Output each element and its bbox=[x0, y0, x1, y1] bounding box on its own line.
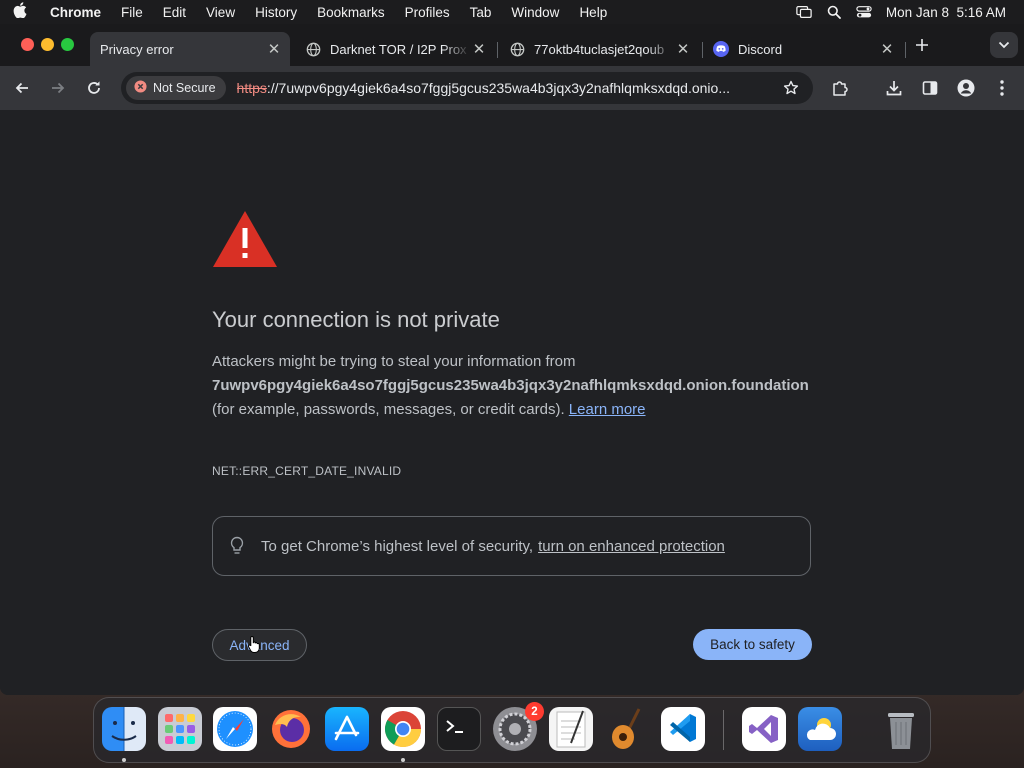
tab-strip: Privacy error ✕ Darknet TOR / I2P Prox ✕… bbox=[0, 24, 1024, 66]
spotlight-search-icon[interactable] bbox=[826, 5, 842, 19]
learn-more-link[interactable]: Learn more bbox=[569, 401, 646, 418]
tab-search-button[interactable] bbox=[990, 32, 1018, 58]
menu-bookmarks[interactable]: Bookmarks bbox=[307, 5, 395, 20]
apple-menu-icon[interactable] bbox=[0, 2, 40, 22]
tab-title: Darknet TOR / I2P Prox bbox=[330, 41, 467, 57]
chrome-menu-icon[interactable] bbox=[990, 76, 1014, 100]
menu-tab[interactable]: Tab bbox=[460, 5, 502, 20]
menu-edit[interactable]: Edit bbox=[153, 5, 196, 20]
safari-icon[interactable] bbox=[213, 707, 257, 751]
finder-running-indicator bbox=[122, 758, 126, 762]
menu-view[interactable]: View bbox=[196, 5, 245, 20]
menu-clock[interactable]: Mon Jan 8 5:16 AM bbox=[886, 5, 1006, 20]
minimize-window-button[interactable] bbox=[41, 38, 54, 51]
textedit-icon[interactable] bbox=[549, 707, 593, 751]
close-tab-icon[interactable]: ✕ bbox=[879, 40, 895, 58]
error-hostname: 7uwpv6pgy4giek6a4so7fggj5gcus235wa4b3jqx… bbox=[212, 377, 809, 394]
tab-discord[interactable]: Discord ✕ bbox=[703, 32, 903, 66]
chrome-running-indicator bbox=[401, 758, 405, 762]
terminal-icon[interactable] bbox=[437, 707, 481, 751]
finder-icon[interactable] bbox=[102, 707, 146, 751]
tab-separator bbox=[497, 42, 498, 58]
description-suffix: (for example, passwords, messages, or cr… bbox=[212, 401, 565, 418]
menu-file[interactable]: File bbox=[111, 5, 153, 20]
url-scheme: https bbox=[236, 80, 267, 96]
discord-icon bbox=[713, 41, 729, 57]
lightbulb-icon bbox=[213, 536, 261, 556]
bookmark-star-icon[interactable] bbox=[783, 80, 799, 99]
notification-badge: 2 bbox=[525, 702, 544, 721]
control-center-icon[interactable] bbox=[856, 5, 872, 19]
close-tab-icon[interactable]: ✕ bbox=[675, 40, 691, 58]
not-secure-label: Not Secure bbox=[153, 81, 216, 95]
back-button[interactable] bbox=[10, 76, 34, 100]
screen-mirroring-icon[interactable] bbox=[796, 5, 812, 19]
tab-title: Privacy error bbox=[100, 41, 174, 57]
close-window-button[interactable] bbox=[21, 38, 34, 51]
error-description: Attackers might be trying to steal your … bbox=[212, 350, 812, 422]
vscode-icon[interactable] bbox=[661, 707, 705, 751]
trash-icon[interactable] bbox=[879, 707, 923, 751]
chrome-window: Privacy error ✕ Darknet TOR / I2P Prox ✕… bbox=[0, 24, 1024, 695]
url-host: ://7uwpv6pgy4giek6a4so7fggj5gcus235wa4b3… bbox=[266, 80, 730, 96]
back-to-safety-button[interactable]: Back to safety bbox=[693, 629, 812, 660]
menu-bar: Chrome File Edit View History Bookmarks … bbox=[0, 0, 1024, 24]
menu-profiles[interactable]: Profiles bbox=[395, 5, 460, 20]
globe-icon bbox=[509, 41, 525, 57]
description-prefix: Attackers might be trying to steal your … bbox=[212, 353, 576, 370]
weather-icon[interactable] bbox=[798, 707, 842, 751]
visual-studio-icon[interactable] bbox=[742, 707, 786, 751]
enhanced-protection-promo: To get Chrome’s highest level of securit… bbox=[212, 516, 811, 576]
globe-icon bbox=[305, 41, 321, 57]
tab-title: 77oktb4tuclasjet2qoub bbox=[534, 41, 665, 57]
url-text[interactable]: https://7uwpv6pgy4giek6a4so7fggj5gcus235… bbox=[237, 80, 777, 96]
warning-icon bbox=[134, 80, 147, 96]
firefox-icon[interactable] bbox=[269, 707, 313, 751]
extensions-icon[interactable] bbox=[828, 76, 852, 100]
download-icon[interactable] bbox=[882, 76, 906, 100]
menu-window[interactable]: Window bbox=[501, 5, 569, 20]
tab-darknet-tor[interactable]: Darknet TOR / I2P Prox ✕ bbox=[295, 32, 495, 66]
browser-toolbar: Not Secure https://7uwpv6pgy4giek6a4so7f… bbox=[0, 66, 1024, 110]
interstitial-page: Your connection is not private Attackers… bbox=[0, 110, 1024, 695]
dock-separator bbox=[723, 710, 724, 750]
forward-button[interactable] bbox=[46, 76, 70, 100]
app-store-icon[interactable] bbox=[325, 707, 369, 751]
side-panel-icon[interactable] bbox=[918, 76, 942, 100]
menu-help[interactable]: Help bbox=[569, 5, 617, 20]
profile-avatar-icon[interactable] bbox=[954, 76, 978, 100]
hand-pointer-cursor-icon bbox=[247, 635, 263, 658]
reload-button[interactable] bbox=[82, 76, 106, 100]
tab-onion-site[interactable]: 77oktb4tuclasjet2qoub ✕ bbox=[499, 32, 699, 66]
warning-triangle-icon bbox=[212, 210, 278, 273]
close-tab-icon[interactable]: ✕ bbox=[471, 40, 487, 58]
tab-title: Discord bbox=[738, 41, 783, 57]
chrome-icon[interactable] bbox=[381, 707, 425, 751]
menu-app-name[interactable]: Chrome bbox=[40, 5, 111, 20]
close-tab-icon[interactable]: ✕ bbox=[266, 40, 282, 58]
tab-privacy-error[interactable]: Privacy error ✕ bbox=[90, 32, 290, 66]
enhanced-protection-link[interactable]: turn on enhanced protection bbox=[538, 538, 725, 555]
zoom-window-button[interactable] bbox=[61, 38, 74, 51]
not-secure-chip[interactable]: Not Secure bbox=[126, 76, 226, 100]
macos-dock: 2 bbox=[93, 697, 931, 763]
address-bar[interactable]: Not Secure https://7uwpv6pgy4giek6a4so7f… bbox=[121, 72, 813, 104]
garageband-icon[interactable] bbox=[605, 707, 649, 751]
error-code: NET::ERR_CERT_DATE_INVALID bbox=[212, 464, 402, 478]
menu-history[interactable]: History bbox=[245, 5, 307, 20]
launchpad-icon[interactable] bbox=[158, 707, 202, 751]
promo-text: To get Chrome’s highest level of securit… bbox=[261, 537, 534, 555]
new-tab-button[interactable] bbox=[910, 33, 934, 57]
tab-separator bbox=[905, 42, 906, 58]
page-title: Your connection is not private bbox=[212, 307, 500, 332]
